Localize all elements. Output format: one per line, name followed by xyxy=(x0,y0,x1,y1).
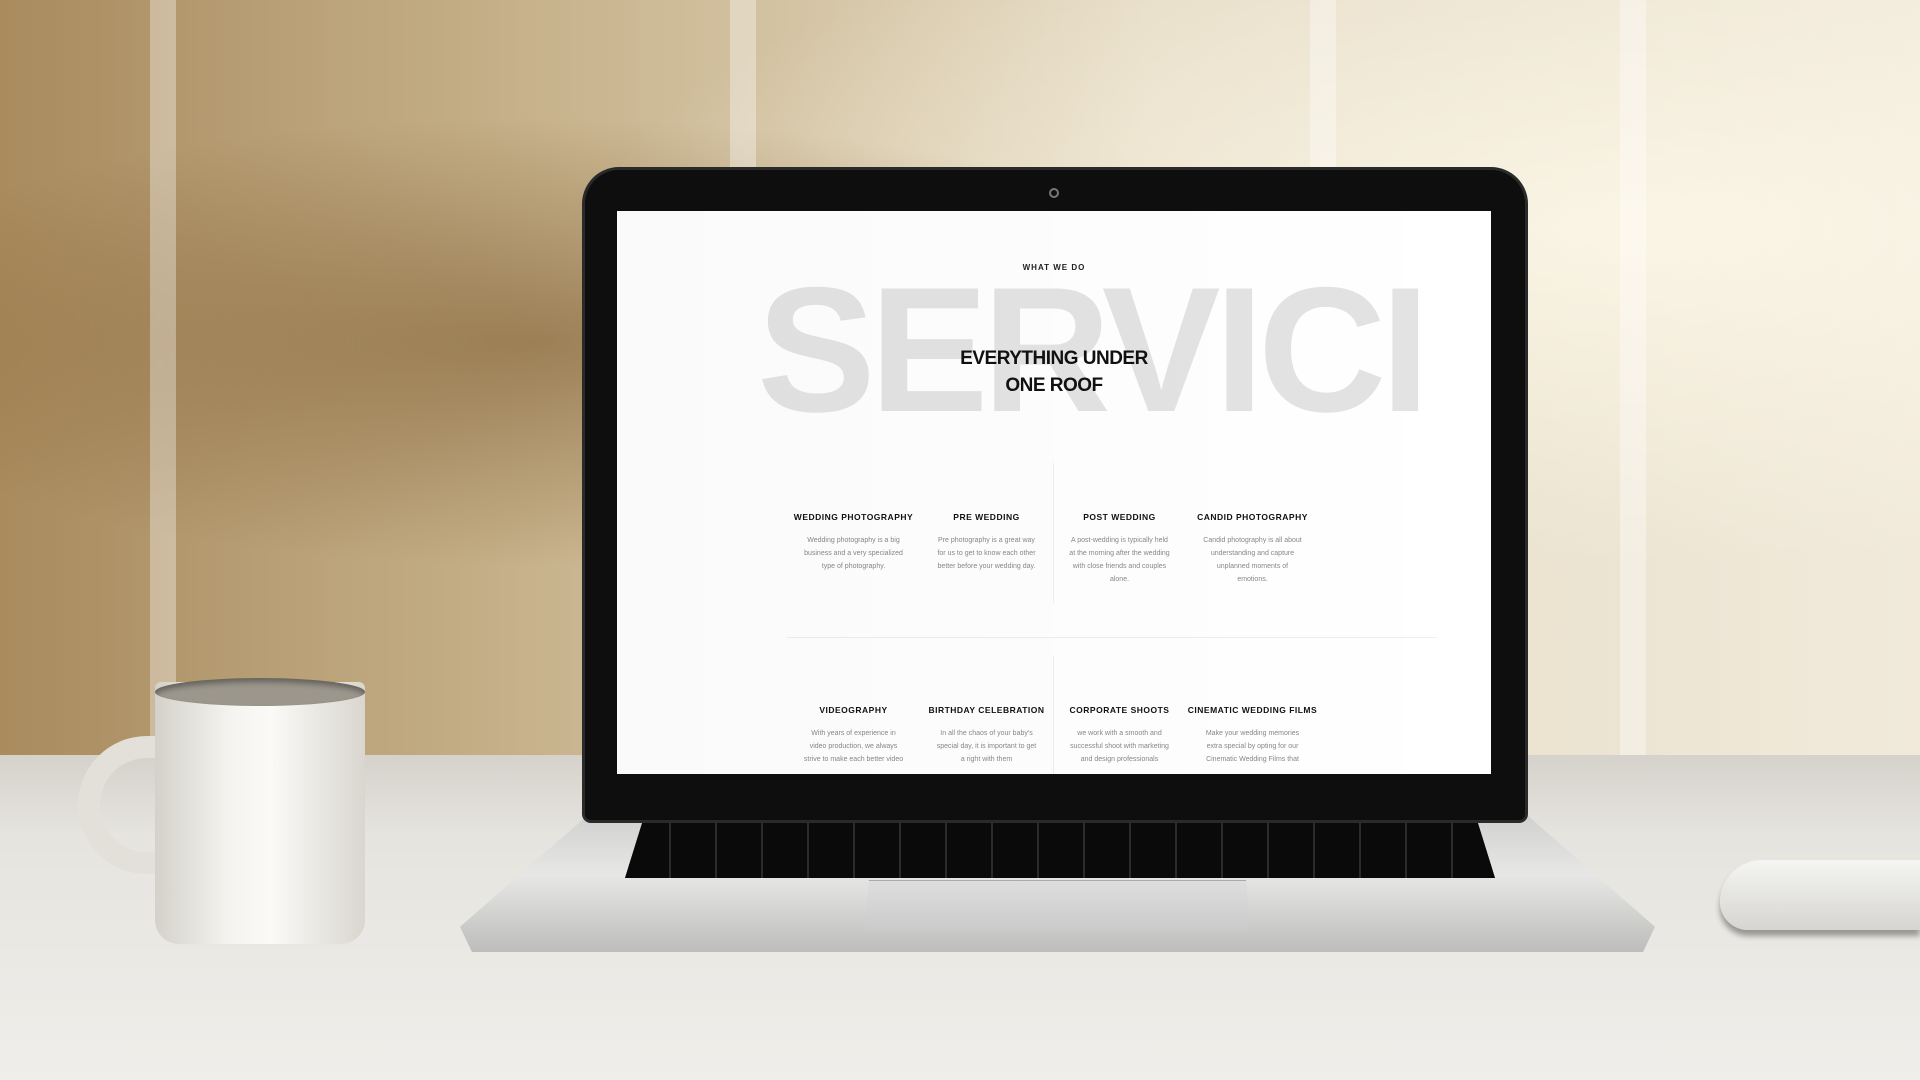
section-headline: EVERYTHING UNDER ONE ROOF xyxy=(617,345,1491,399)
window-frame-bar xyxy=(1620,0,1646,760)
service-card[interactable]: CORPORATE SHOOTS we work with a smooth a… xyxy=(1053,704,1186,766)
service-title: CORPORATE SHOOTS xyxy=(1069,705,1170,715)
service-title: CANDID PHOTOGRAPHY xyxy=(1197,512,1308,522)
service-card[interactable]: POST WEDDING A post-wedding is typically… xyxy=(1053,511,1186,586)
mug-rim xyxy=(155,678,365,706)
service-description: we work with a smooth and successful sho… xyxy=(1070,730,1169,763)
computer-mouse xyxy=(1720,860,1920,930)
headline-line-2: ONE ROOF xyxy=(1005,375,1103,396)
service-description: Pre photography is a great way for us to… xyxy=(937,537,1036,570)
section-eyebrow: WHAT WE DO xyxy=(1022,263,1086,272)
service-description: Make your wedding memories extra special… xyxy=(1205,730,1300,763)
divider-horizontal xyxy=(787,637,1437,638)
service-title: BIRTHDAY CELEBRATION xyxy=(928,705,1045,715)
service-card[interactable]: CANDID PHOTOGRAPHY Candid photography is… xyxy=(1186,511,1319,586)
laptop-keyboard xyxy=(625,822,1495,878)
service-title: PRE WEDDING xyxy=(953,512,1020,522)
service-description: With years of experience in video produc… xyxy=(803,730,904,763)
service-card[interactable]: CINEMATIC WEDDING FILMS Make your weddin… xyxy=(1186,704,1319,766)
service-title: POST WEDDING xyxy=(1083,512,1156,522)
service-description: In all the chaos of your baby's special … xyxy=(936,730,1037,763)
service-title: VIDEOGRAPHY xyxy=(819,705,888,715)
service-description: Candid photography is all about understa… xyxy=(1203,537,1302,583)
window-frame-bar xyxy=(150,0,176,760)
headline-line-1: EVERYTHING UNDER xyxy=(960,348,1148,369)
coffee-mug xyxy=(155,682,365,944)
service-card[interactable]: PRE WEDDING Pre photography is a great w… xyxy=(920,511,1053,586)
services-row: VIDEOGRAPHY With years of experience in … xyxy=(787,704,1327,766)
service-card[interactable]: WEDDING PHOTOGRAPHY Wedding photography … xyxy=(787,511,920,586)
service-card[interactable]: BIRTHDAY CELEBRATION In all the chaos of… xyxy=(920,704,1053,766)
laptop-trackpad xyxy=(865,880,1250,931)
webcam-icon xyxy=(1049,188,1059,198)
service-description: A post-wedding is typically held at the … xyxy=(1069,537,1170,583)
service-title: WEDDING PHOTOGRAPHY xyxy=(793,512,914,522)
laptop-screen: SERVICI WHAT WE DO EVERYTHING UNDER ONE … xyxy=(617,211,1491,774)
service-description: Wedding photography is a big business an… xyxy=(804,537,903,570)
service-title: CINEMATIC WEDDING FILMS xyxy=(1187,705,1318,715)
service-card[interactable]: VIDEOGRAPHY With years of experience in … xyxy=(787,704,920,766)
services-row: WEDDING PHOTOGRAPHY Wedding photography … xyxy=(787,511,1327,586)
